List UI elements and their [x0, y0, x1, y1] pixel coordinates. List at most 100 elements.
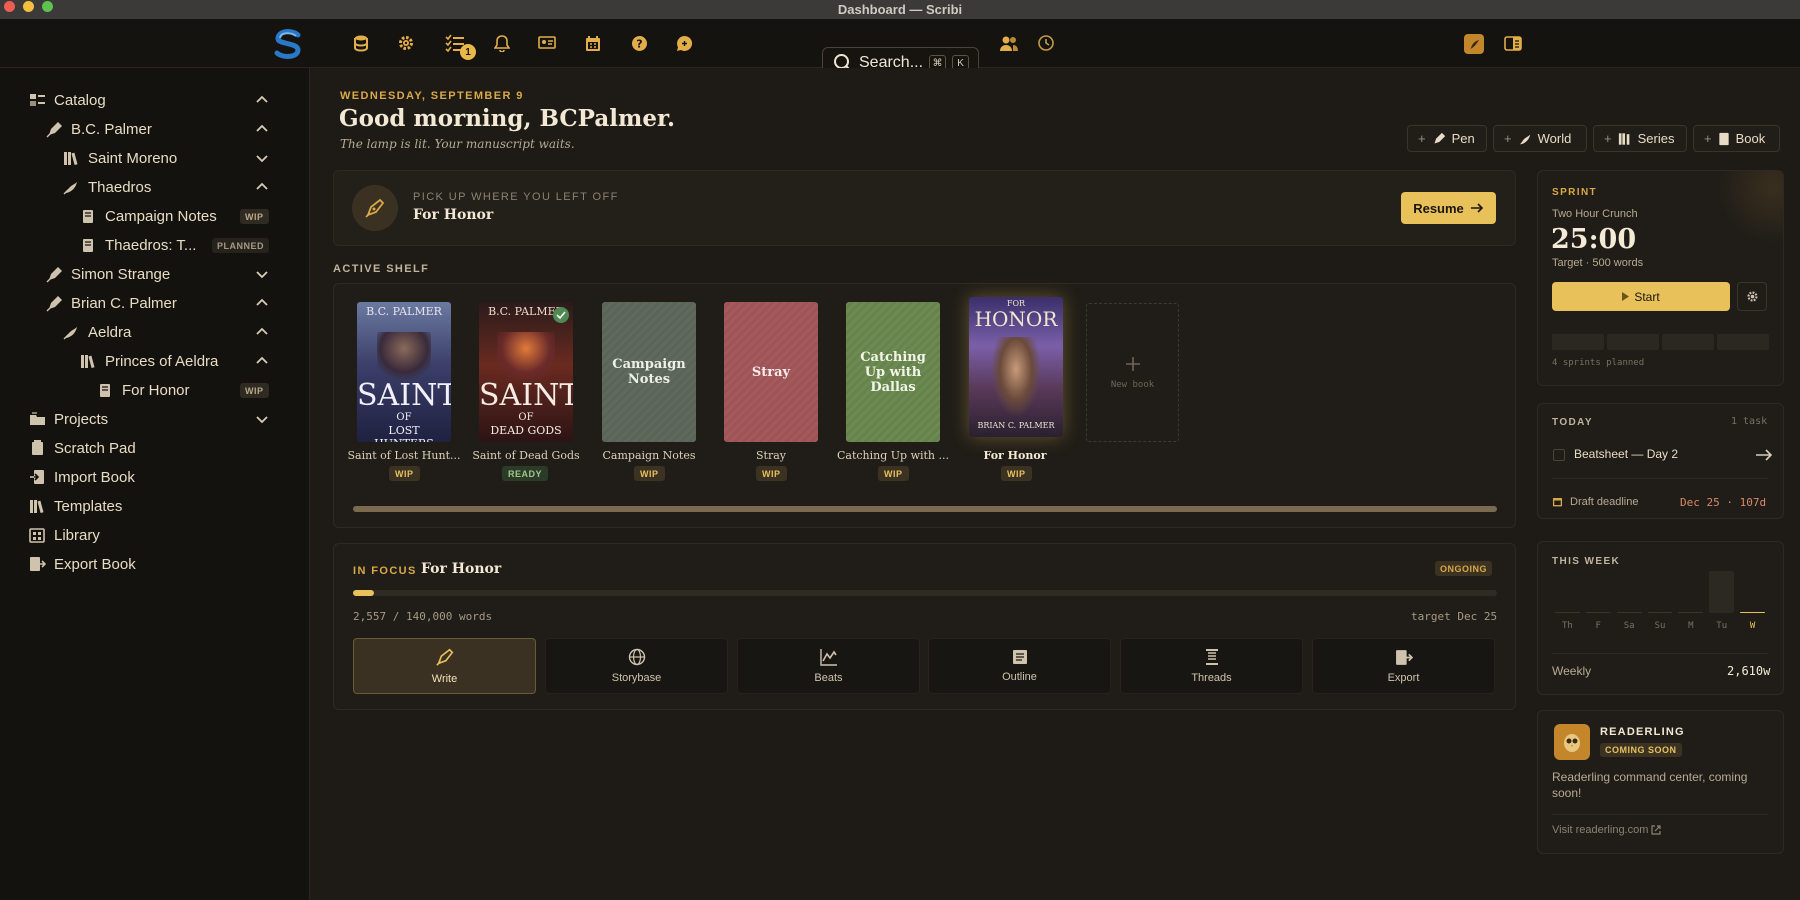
book-cover-catching-up[interactable]: Catching Up with Dallas — [846, 302, 940, 442]
task-checkbox[interactable] — [1553, 449, 1565, 461]
book-caption: Saint of Lost Hunt... — [347, 449, 461, 462]
cover-subtitle: LOST HUNTERS — [374, 424, 434, 442]
sidebar-item-projects[interactable]: Projects — [28, 406, 108, 432]
outline-button[interactable]: Outline — [928, 638, 1111, 694]
sidebar-item-saint-moreno[interactable]: Saint Moreno — [62, 145, 177, 171]
sidebar-item-campaign-notes[interactable]: Campaign Notes — [79, 203, 217, 229]
new-book-button[interactable]: + Book — [1693, 125, 1780, 152]
library-icon — [28, 526, 46, 544]
sidebar-item-bc-palmer[interactable]: B.C. Palmer — [45, 116, 152, 142]
fountain-pen-icon — [435, 648, 453, 666]
gear-icon[interactable] — [394, 31, 418, 55]
import-icon — [28, 468, 46, 486]
book-icon — [1718, 132, 1729, 145]
sidebar-item-princes-of-aeldra[interactable]: Princes of Aeldra — [79, 348, 218, 374]
readerling-title: READERLING — [1600, 726, 1685, 738]
user-avatar[interactable] — [1464, 34, 1484, 54]
chevron-up-icon[interactable] — [254, 353, 270, 369]
write-button[interactable]: Write — [353, 638, 536, 694]
sidebar-item-library[interactable]: Library — [28, 522, 100, 548]
close-window-button[interactable] — [4, 1, 15, 12]
new-pen-button[interactable]: + Pen — [1407, 125, 1487, 152]
chevron-up-icon[interactable] — [254, 121, 270, 137]
book-cover-saint-lost-hunters[interactable]: B.C. PALMER SAINT OF LOST HUNTERS — [357, 302, 451, 442]
sidebar-item-aeldra[interactable]: Aeldra — [62, 319, 131, 345]
storybase-button[interactable]: Storybase — [545, 638, 728, 694]
sidebar-item-for-honor[interactable]: For Honor — [96, 377, 190, 403]
app-logo[interactable] — [271, 27, 305, 61]
sprint-target: Target · 500 words — [1552, 257, 1644, 269]
svg-text:?: ? — [636, 37, 642, 50]
sidebar-item-label: Princes of Aeldra — [105, 352, 219, 370]
sprints-planned: 4 sprints planned — [1552, 358, 1645, 368]
chevron-up-icon[interactable] — [254, 92, 270, 108]
chevron-down-icon[interactable] — [254, 150, 270, 166]
arrow-right-icon[interactable] — [1755, 448, 1773, 462]
minimize-window-button[interactable] — [23, 1, 34, 12]
shelf-scrollbar[interactable] — [353, 506, 1497, 512]
window-controls — [4, 1, 53, 12]
coming-soon-badge: COMING SOON — [1600, 743, 1682, 757]
sidebar-item-scratch-pad[interactable]: Scratch Pad — [28, 435, 136, 461]
chevron-up-icon[interactable] — [254, 295, 270, 311]
week-divider — [1552, 653, 1768, 654]
resume-button[interactable]: Resume — [1401, 192, 1496, 224]
book-cover-for-honor[interactable]: FOR HONOR BRIAN C. PALMER — [969, 297, 1063, 437]
cover-title: Stray — [751, 364, 791, 380]
chart-line-icon — [819, 649, 837, 666]
chevron-down-icon[interactable] — [254, 266, 270, 282]
readerling-logo — [1554, 724, 1590, 760]
sidebar-item-templates[interactable]: Templates — [28, 493, 122, 519]
status-badge: WIP — [240, 209, 269, 224]
sidebar-item-catalog[interactable]: Catalog — [28, 87, 106, 113]
book-caption: Catching Up with ... — [836, 449, 949, 462]
chat-icon[interactable] — [672, 31, 696, 55]
new-world-button[interactable]: + World — [1493, 125, 1587, 152]
sidebar-item-thaedros-book[interactable]: Thaedros: T... — [79, 232, 196, 258]
week-day-label: M — [1688, 621, 1694, 631]
deadline-label: Draft deadline — [1570, 496, 1639, 508]
sprint-settings-button[interactable] — [1737, 282, 1767, 311]
book-cover-stray[interactable]: Stray — [724, 302, 818, 442]
sprint-slot — [1662, 334, 1714, 350]
sidebar-item-label: Campaign Notes — [105, 207, 217, 225]
sidebar-item-simon-strange[interactable]: Simon Strange — [45, 261, 170, 287]
maximize-window-button[interactable] — [42, 1, 53, 12]
in-focus-title: For Honor — [421, 561, 502, 577]
new-book-tile[interactable]: New book — [1086, 303, 1179, 442]
sidebar-item-label: Templates — [54, 497, 123, 515]
weekly-label: Weekly — [1552, 664, 1592, 678]
timer-icon[interactable] — [1034, 31, 1058, 55]
this-week-label: THIS WEEK — [1552, 556, 1621, 567]
book-cover-saint-dead-gods[interactable]: B.C. PALMER SAINT OF DEAD GODS — [479, 302, 573, 442]
threads-button[interactable]: Threads — [1120, 638, 1303, 694]
sidebar-item-export-book[interactable]: Export Book — [28, 551, 136, 577]
sidebar-item-import-book[interactable]: Import Book — [28, 464, 135, 490]
presentation-icon[interactable] — [535, 31, 559, 55]
database-icon[interactable] — [349, 31, 373, 55]
book-cover-campaign-notes[interactable]: Campaign Notes — [602, 302, 696, 442]
week-bar — [1555, 612, 1580, 613]
bell-icon[interactable] — [490, 31, 514, 55]
word-progress-fill — [353, 590, 374, 596]
gear-icon — [1746, 291, 1758, 302]
new-series-button[interactable]: + Series — [1593, 125, 1687, 152]
cover-figure — [991, 337, 1041, 417]
chevron-up-icon[interactable] — [254, 179, 270, 195]
chevron-up-icon[interactable] — [254, 324, 270, 340]
sidebar-item-thaedros[interactable]: Thaedros — [62, 174, 151, 200]
help-icon[interactable]: ? — [627, 31, 651, 55]
users-icon[interactable] — [997, 31, 1021, 55]
sprint-start-button[interactable]: Start — [1552, 282, 1730, 311]
readerling-link[interactable]: Visit readerling.com — [1552, 824, 1662, 836]
chevron-down-icon[interactable] — [254, 411, 270, 427]
sidebar-item-brian-c-palmer[interactable]: Brian C. Palmer — [45, 290, 177, 316]
new-world-label: World — [1537, 131, 1572, 146]
write-button-label: Write — [431, 673, 458, 685]
panel-toggle-icon[interactable] — [1501, 31, 1525, 55]
calendar-icon[interactable] — [581, 31, 605, 55]
today-count: 1 task — [1731, 416, 1768, 427]
beats-button[interactable]: Beats — [737, 638, 920, 694]
week-day-label: F — [1595, 621, 1601, 631]
export-button[interactable]: Export — [1312, 638, 1495, 694]
